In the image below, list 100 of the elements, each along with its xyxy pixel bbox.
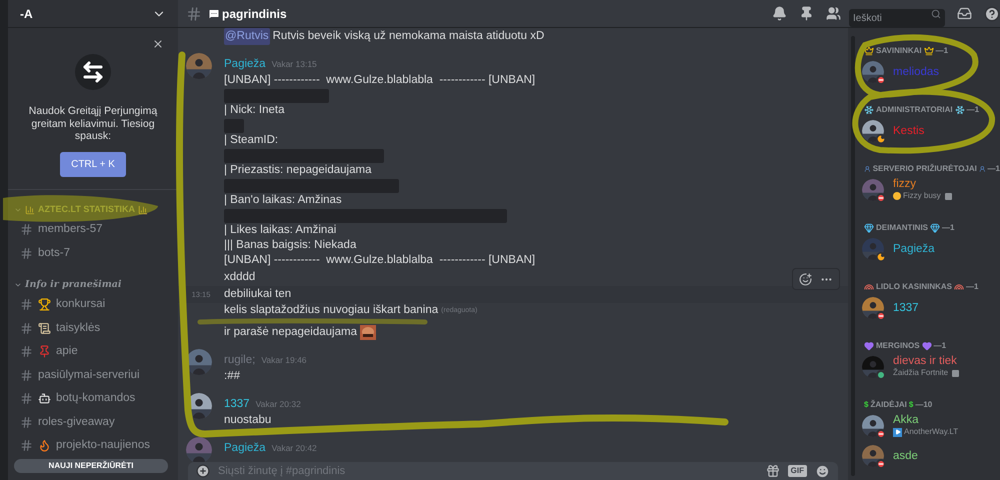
author-name[interactable]: Pagieža [224, 441, 266, 456]
author-name[interactable]: 1337 [224, 397, 250, 412]
fire-icon [38, 439, 51, 452]
message-text: ||| Banas baigsis: Niekada [224, 238, 356, 253]
mention[interactable]: @Rutvis [224, 28, 270, 46]
channel-item[interactable]: roles-giveaway [16, 410, 170, 434]
member-name: Kestis [893, 125, 924, 137]
rich-presence-icon [944, 192, 952, 200]
hash-icon [20, 416, 33, 429]
role-count: —1 [966, 281, 978, 293]
activity-text: Žaidžia Fortnite [893, 367, 948, 379]
channel-item[interactable]: botų-komandos [16, 387, 170, 410]
unread-pill[interactable]: NAUJI NEPERŽIŪRĖTI [14, 459, 168, 473]
channel-item[interactable]: konkursai [16, 293, 170, 316]
channel-name: pasiūlymai-serveriui [38, 368, 140, 383]
message-text: | SteamID: [224, 132, 278, 148]
role-count: —1 [942, 222, 954, 234]
chart-icon [138, 205, 148, 215]
activity-text: Fizzy busy [903, 190, 941, 202]
role-heading: SERVERIO PRIŽIURĖTOJAI [872, 163, 977, 175]
search-icon [931, 8, 941, 18]
channel-name: projekto-naujienos [56, 438, 150, 454]
member-name: Akka [893, 414, 920, 426]
role-heading: DEIMANTINIS [876, 222, 928, 234]
robot-icon [38, 392, 51, 406]
pin-icon[interactable] [799, 6, 814, 21]
message-text: | Ban'o laikas: Amžinas [224, 192, 342, 208]
channel-category[interactable]: Info ir pranešimai [8, 277, 178, 293]
message-text: debiliukai ten [224, 286, 292, 302]
chart-icon [25, 205, 35, 215]
channel-name: taisyklės [56, 320, 100, 336]
hash-icon [20, 298, 33, 312]
plus-icon[interactable] [196, 464, 210, 478]
dollar-sign: $ [864, 399, 868, 411]
role-heading: SAVININKAI [876, 45, 922, 57]
avatar [862, 297, 884, 319]
member-name: fizzy [893, 178, 917, 190]
channel-item[interactable]: members-57 [16, 218, 170, 242]
hash-icon [20, 345, 33, 358]
member-item[interactable]: asde [862, 441, 1000, 471]
hash-icon [20, 439, 33, 452]
rainbow-icon [954, 282, 964, 292]
speech-bubble-icon [208, 8, 220, 20]
avatar [186, 437, 212, 462]
help-icon[interactable] [984, 6, 1000, 22]
role-heading: ADMINISTRATORIAI [876, 104, 953, 116]
role-count: —1 [988, 163, 1000, 175]
snowflake-icon [954, 105, 965, 115]
timestamp: Vakar 19:46 [261, 354, 307, 367]
close-button[interactable] [152, 38, 164, 50]
members-icon[interactable] [826, 6, 841, 21]
bell-icon[interactable] [772, 6, 787, 21]
add-reaction-icon[interactable] [799, 272, 812, 286]
member-item[interactable]: Kestis [862, 116, 1000, 146]
emoji-icon[interactable] [815, 464, 830, 478]
member-item[interactable]: 1337 [862, 293, 1000, 323]
role-count: —1 [936, 45, 948, 57]
crown-icon [924, 46, 934, 56]
message-text: Rutvis beveik viską už nemokama maista atiduotu xD [272, 28, 544, 44]
gif-button[interactable]: GIF [788, 465, 807, 477]
diamond-icon [864, 223, 874, 233]
member-item[interactable]: fizzy Fizzy busy [862, 175, 1000, 205]
role-count: —10 [915, 399, 932, 411]
channel-item[interactable]: projekto-naujienos [16, 434, 170, 458]
hash-icon [20, 368, 33, 382]
gift-icon[interactable] [766, 464, 780, 478]
author-name[interactable]: rugile; [224, 353, 256, 368]
chevron-icon [14, 281, 22, 289]
channel-title: pagrindinis [222, 6, 287, 22]
tip-text: Naudok Greitąjį Perjungimą greitam keliavimui. Tiesiog spausk: [28, 105, 158, 142]
channel-name: members-57 [38, 222, 103, 238]
scroll-icon [38, 322, 51, 335]
hash-icon [186, 6, 202, 22]
snowflake-icon [864, 105, 874, 115]
channel-item[interactable]: bots-7 [16, 242, 170, 265]
person-icon [864, 164, 871, 174]
channel-name: konkursai [56, 297, 106, 312]
member-item[interactable]: dievas ir tiek Žaidžia Fortnite [862, 352, 1000, 382]
server-name[interactable]: -A [20, 4, 33, 22]
role-count: —1 [934, 340, 946, 352]
member-name: meliodas [893, 66, 940, 78]
hash-icon [20, 223, 33, 236]
author-name[interactable]: Pagieža [224, 57, 266, 72]
channel-item[interactable]: taisyklės [16, 316, 170, 340]
inbox-icon[interactable] [957, 6, 972, 21]
search-field[interactable]: Ieškoti [849, 9, 945, 27]
message-text: [UNBAN] ------------ www.Gulze.blablabla ------------ [UNBAN] [224, 72, 536, 88]
person-icon [978, 164, 986, 174]
message-text: | Likes laikas: Amžinai [224, 222, 336, 238]
message-text: kelis slaptažodžius nuvogiau iškart banina [224, 304, 438, 317]
member-name: 1337 [893, 302, 919, 314]
message-text: xdddd [224, 270, 256, 285]
channel-item[interactable]: apie [16, 340, 170, 364]
shortcut-button[interactable]: CTRL + K [60, 152, 126, 176]
channel-item[interactable]: pasiūlymai-serveriui [16, 364, 170, 387]
member-item[interactable]: Pagieža [862, 234, 1000, 264]
channel-name: apie [56, 344, 78, 360]
member-item[interactable]: Akka AnotherWay.LT [862, 411, 1000, 441]
chevron-icon [14, 206, 22, 214]
role-count: —1 [966, 104, 980, 116]
